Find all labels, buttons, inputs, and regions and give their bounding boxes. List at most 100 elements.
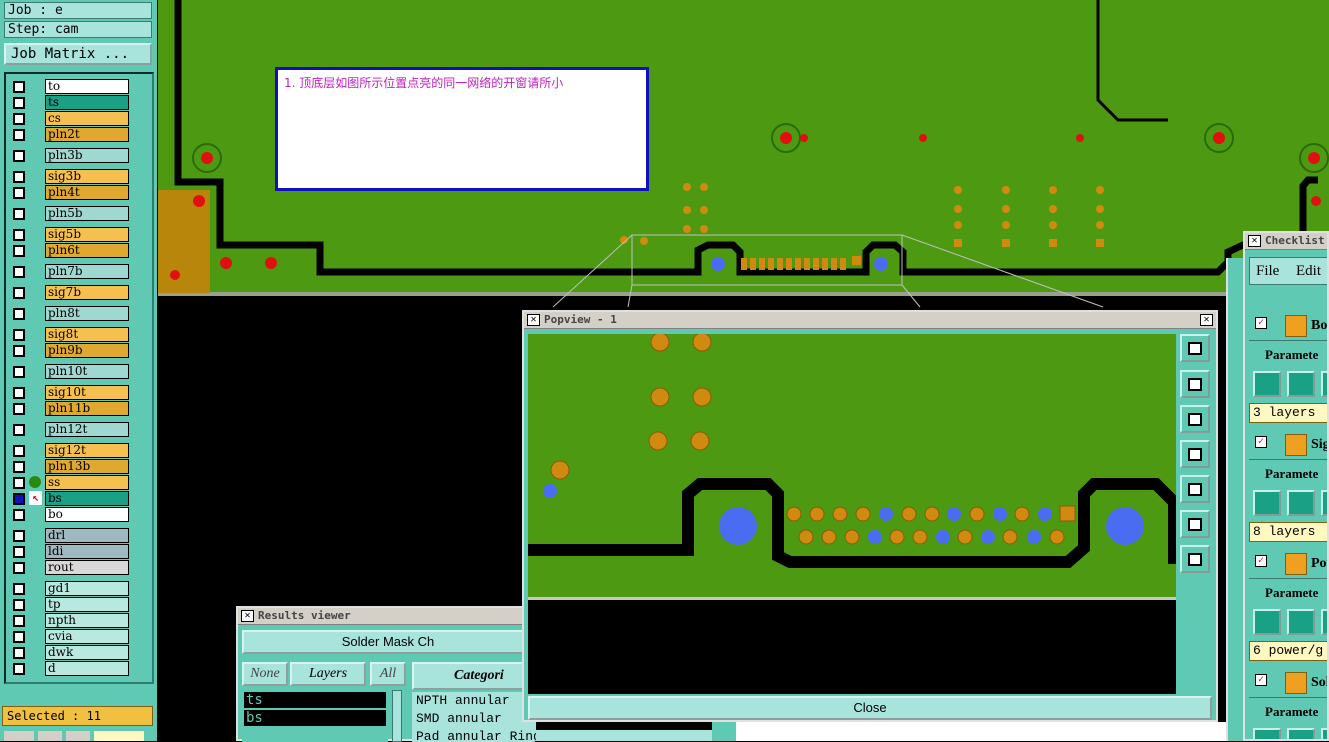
layer-checkbox[interactable] bbox=[13, 631, 25, 643]
run-action-icon[interactable] bbox=[1253, 728, 1281, 739]
layer-checkbox[interactable] bbox=[13, 266, 25, 278]
results-viewer-titlebar[interactable]: Results viewer bbox=[238, 608, 534, 625]
layer-checkbox[interactable] bbox=[13, 97, 25, 109]
run-action-icon[interactable] bbox=[1253, 609, 1281, 635]
file-menu[interactable]: File bbox=[1256, 258, 1279, 284]
layer-row-pln4t[interactable]: pln4t bbox=[9, 185, 133, 200]
popview-canvas[interactable] bbox=[528, 334, 1176, 694]
run-action-icon[interactable] bbox=[1287, 609, 1315, 635]
layer-checkbox[interactable] bbox=[13, 171, 25, 183]
layers-button[interactable]: Layers bbox=[290, 662, 366, 686]
layer-label[interactable]: pln6t bbox=[45, 243, 129, 258]
layer-label[interactable]: pln12t bbox=[45, 422, 129, 437]
close-button[interactable]: Close bbox=[528, 696, 1212, 720]
layer-row-to[interactable]: to bbox=[9, 79, 133, 94]
run-action-icon[interactable] bbox=[1321, 609, 1327, 635]
pan-left-button[interactable] bbox=[1180, 440, 1210, 468]
layer-row-cvia[interactable]: cvia bbox=[9, 629, 133, 644]
layer-label[interactable]: pln11b bbox=[45, 401, 129, 416]
layer-checkbox[interactable] bbox=[13, 229, 25, 241]
layer-row-pln13b[interactable]: pln13b bbox=[9, 459, 133, 474]
layer-row-pln11b[interactable]: pln11b bbox=[9, 401, 133, 416]
layer-label[interactable]: pln10t bbox=[45, 364, 129, 379]
checklist-checkbox[interactable]: ✓ bbox=[1255, 555, 1267, 567]
layer-row-sig10t[interactable]: sig10t bbox=[9, 385, 133, 400]
layer-label[interactable]: drl bbox=[45, 528, 129, 543]
layer-label[interactable]: ts bbox=[45, 95, 129, 110]
parameters-label[interactable]: Paramete bbox=[1251, 584, 1327, 604]
zoom-in-button[interactable] bbox=[1180, 510, 1210, 538]
layer-label[interactable]: ldi bbox=[45, 544, 129, 559]
tool-button[interactable] bbox=[66, 731, 90, 741]
layer-label[interactable]: sig5b bbox=[45, 227, 129, 242]
layer-row-pln7b[interactable]: pln7b bbox=[9, 264, 133, 279]
none-button[interactable]: None bbox=[242, 662, 288, 686]
category-item[interactable]: NPTH annular bbox=[416, 692, 536, 710]
layer-checkbox[interactable] bbox=[13, 366, 25, 378]
run-action-icon[interactable] bbox=[1287, 371, 1315, 397]
parameters-label[interactable]: Paramete bbox=[1251, 346, 1327, 366]
run-action-icon[interactable] bbox=[1321, 371, 1327, 397]
layer-row-sig5b[interactable]: sig5b bbox=[9, 227, 133, 242]
scrollbar[interactable] bbox=[392, 690, 402, 742]
layer-checkbox[interactable] bbox=[13, 129, 25, 141]
zoom-fit-button[interactable] bbox=[1180, 334, 1210, 362]
all-button[interactable]: All bbox=[370, 662, 406, 686]
layer-row-ts[interactable]: ts bbox=[9, 95, 133, 110]
tool-button[interactable] bbox=[38, 731, 62, 741]
layer-label[interactable]: cvia bbox=[45, 629, 129, 644]
layer-label[interactable]: sig12t bbox=[45, 443, 129, 458]
zoom-out-button[interactable] bbox=[1180, 545, 1210, 573]
layer-label[interactable]: pln3b bbox=[45, 148, 129, 163]
layer-checkbox[interactable] bbox=[13, 461, 25, 473]
checklist-checkbox[interactable]: ✓ bbox=[1255, 317, 1267, 329]
layer-row-pln5b[interactable]: pln5b bbox=[9, 206, 133, 221]
layer-label[interactable]: pln5b bbox=[45, 206, 129, 221]
layer-row-pln3b[interactable]: pln3b bbox=[9, 148, 133, 163]
result-layer-item[interactable]: ts bbox=[244, 692, 386, 708]
layer-checkbox[interactable] bbox=[13, 345, 25, 357]
layer-checkbox[interactable] bbox=[13, 113, 25, 125]
close-icon[interactable]: ✕ bbox=[241, 610, 254, 622]
layer-checkbox[interactable] bbox=[13, 663, 25, 675]
layer-checkbox[interactable] bbox=[13, 245, 25, 257]
layer-label[interactable]: cs bbox=[45, 111, 129, 126]
layer-label[interactable]: ss bbox=[45, 475, 129, 490]
layer-label[interactable]: sig10t bbox=[45, 385, 129, 400]
layer-row-npth[interactable]: npth bbox=[9, 613, 133, 628]
popview-titlebar[interactable]: Popview - 1 bbox=[524, 312, 1216, 329]
layer-row-drl[interactable]: drl bbox=[9, 528, 133, 543]
layer-row-sig12t[interactable]: sig12t bbox=[9, 443, 133, 458]
result-layer-item[interactable]: bs bbox=[244, 710, 386, 726]
layer-checkbox[interactable] bbox=[13, 647, 25, 659]
layer-label[interactable]: npth bbox=[45, 613, 129, 628]
layer-row-bo[interactable]: bo bbox=[9, 507, 133, 522]
layer-checkbox[interactable] bbox=[13, 599, 25, 611]
layer-label[interactable]: pln9b bbox=[45, 343, 129, 358]
layer-label[interactable]: to bbox=[45, 79, 129, 94]
layer-row-rout[interactable]: rout bbox=[9, 560, 133, 575]
category-header[interactable]: Categori bbox=[412, 662, 536, 690]
layer-label[interactable]: sig8t bbox=[45, 327, 129, 342]
layer-row-ss[interactable]: ss bbox=[9, 475, 133, 490]
layer-row-pln2t[interactable]: pln2t bbox=[9, 127, 133, 142]
layer-checkbox[interactable] bbox=[13, 387, 25, 399]
layer-checkbox[interactable] bbox=[13, 424, 25, 436]
layer-row-pln8t[interactable]: pln8t bbox=[9, 306, 133, 321]
checklist-checkbox[interactable]: ✓ bbox=[1255, 436, 1267, 448]
layer-row-sig8t[interactable]: sig8t bbox=[9, 327, 133, 342]
pan-up-button[interactable] bbox=[1180, 370, 1210, 398]
layer-row-cs[interactable]: cs bbox=[9, 111, 133, 126]
layer-checkbox[interactable] bbox=[13, 150, 25, 162]
job-matrix-button[interactable]: Job Matrix ... bbox=[4, 43, 152, 65]
input-field[interactable] bbox=[94, 731, 144, 741]
layer-row-dwk[interactable]: dwk bbox=[9, 645, 133, 660]
close-icon[interactable]: ✕ bbox=[1200, 314, 1213, 326]
run-action-icon[interactable] bbox=[1253, 371, 1281, 397]
run-action-icon[interactable] bbox=[1253, 490, 1281, 516]
layer-label[interactable]: gd1 bbox=[45, 581, 129, 596]
layer-checkbox[interactable] bbox=[13, 208, 25, 220]
layer-row-pln9b[interactable]: pln9b bbox=[9, 343, 133, 358]
layer-checkbox[interactable] bbox=[13, 546, 25, 558]
parameters-label[interactable]: Paramete bbox=[1251, 465, 1327, 485]
